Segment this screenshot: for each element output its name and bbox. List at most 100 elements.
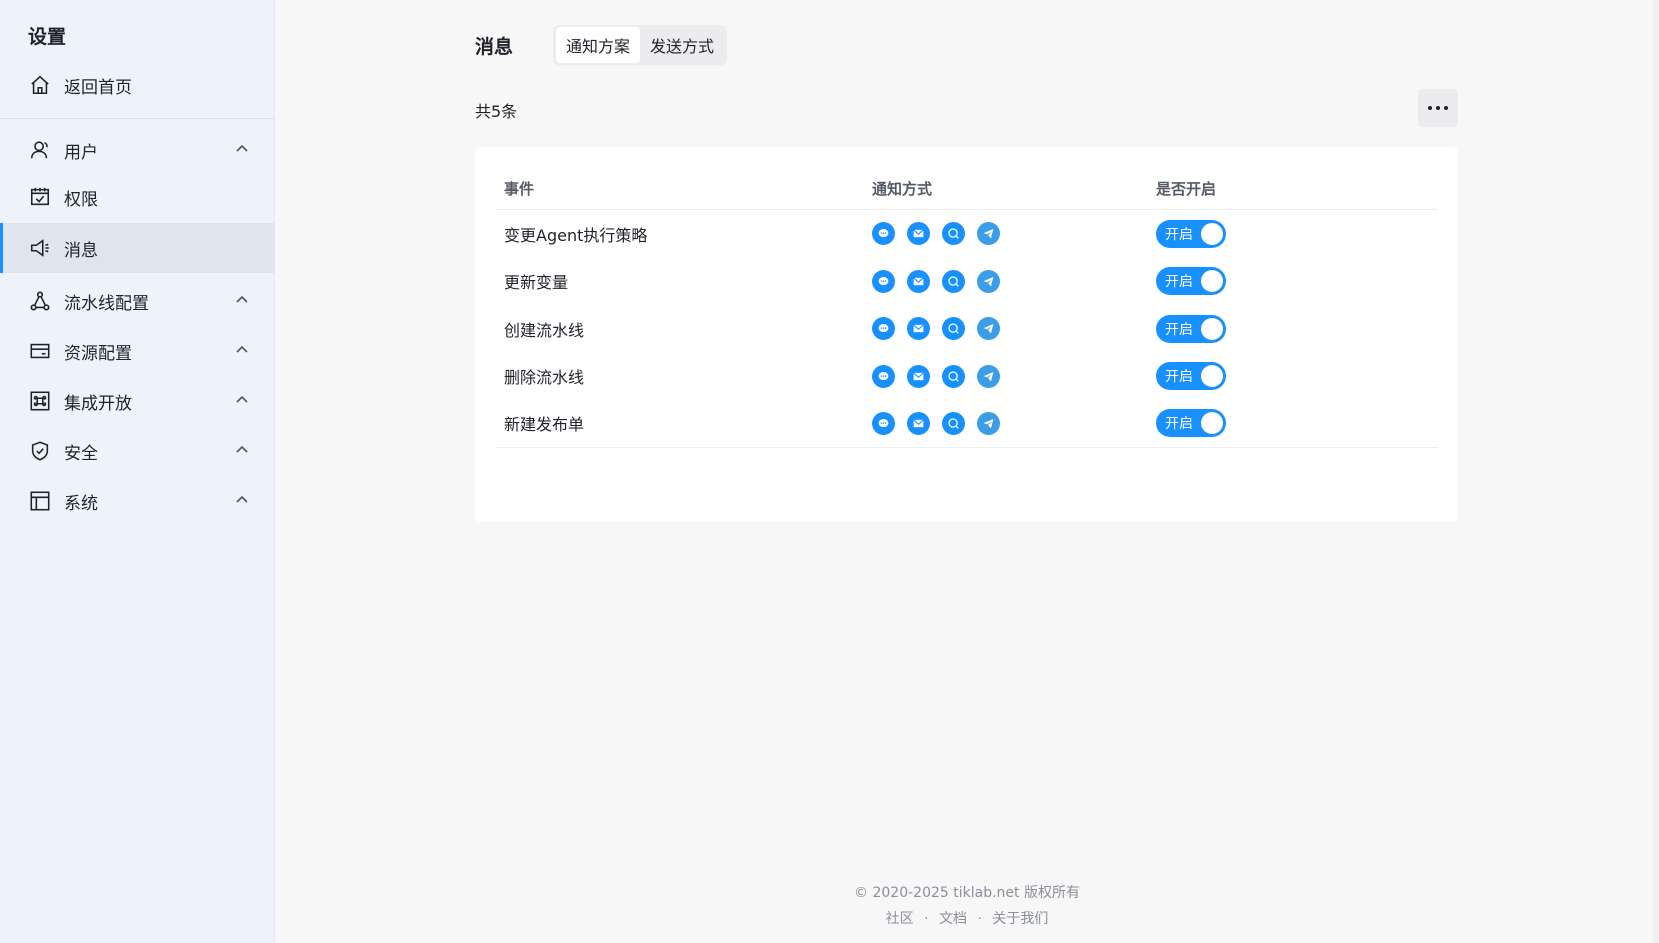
column-header-event: 事件 bbox=[504, 179, 535, 198]
home-icon bbox=[28, 73, 52, 97]
table-row: 创建流水线 开启 bbox=[495, 305, 1438, 353]
sidebar-item-security[interactable]: 安全 bbox=[0, 426, 275, 476]
app-window: 设置 返回首页 用户 权限 消息 流水线配置 资源配置 集成开放 安全 系统 消… bbox=[0, 0, 1659, 943]
more-dot bbox=[1436, 106, 1440, 110]
chat-icon[interactable] bbox=[942, 269, 965, 293]
footer-link-community[interactable]: 社区 bbox=[886, 911, 914, 927]
enable-toggle[interactable]: 开启 bbox=[1156, 362, 1226, 391]
pipeline-icon bbox=[28, 289, 52, 313]
event-name: 新建发布单 bbox=[504, 415, 585, 435]
email-icon[interactable] bbox=[907, 269, 930, 293]
tab-notification-scheme[interactable]: 通知方案 bbox=[556, 27, 641, 63]
notification-methods bbox=[872, 269, 1156, 293]
toggle-knob bbox=[1201, 270, 1223, 293]
sidebar-item-user[interactable]: 用户 bbox=[0, 125, 275, 175]
page-header: 消息 通知方案 发送方式 bbox=[475, 25, 728, 65]
table-body: 变更Agent执行策略 开启 更新变量 开启 创建流水线 开启 删除流水线 开启 新建发布单 开启 bbox=[495, 210, 1438, 448]
site-message-icon[interactable] bbox=[872, 269, 895, 293]
sidebar-item-permission[interactable]: 权限 bbox=[0, 172, 275, 222]
sidebar-item-label: 安全 bbox=[64, 443, 98, 464]
sidebar: 设置 返回首页 用户 权限 消息 流水线配置 资源配置 集成开放 安全 系统 bbox=[0, 0, 275, 943]
telegram-icon[interactable] bbox=[977, 411, 1000, 435]
more-options-button[interactable] bbox=[1418, 89, 1458, 127]
enable-toggle[interactable]: 开启 bbox=[1156, 267, 1226, 296]
sidebar-divider bbox=[0, 118, 275, 119]
sidebar-item-pipeline-config[interactable]: 流水线配置 bbox=[0, 276, 275, 326]
megaphone-icon bbox=[28, 236, 52, 260]
enabled-cell: 开启 bbox=[1156, 314, 1438, 343]
toggle-label: 开启 bbox=[1165, 274, 1193, 291]
sidebar-item-message[interactable]: 消息 bbox=[0, 223, 275, 273]
toggle-knob bbox=[1201, 222, 1223, 245]
event-name: 更新变量 bbox=[504, 273, 569, 293]
footer-link-docs[interactable]: 文档 bbox=[939, 911, 967, 927]
chevron-up-icon[interactable] bbox=[233, 391, 251, 409]
toggle-knob bbox=[1201, 412, 1223, 435]
table-header: 事件 通知方式 是否开启 bbox=[495, 167, 1438, 210]
chevron-up-icon[interactable] bbox=[233, 491, 251, 509]
permission-icon bbox=[28, 185, 52, 209]
site-message-icon[interactable] bbox=[872, 222, 895, 246]
window-scrollbar[interactable] bbox=[1653, 0, 1659, 943]
footer-separator: · bbox=[924, 911, 929, 927]
home-label: 返回首页 bbox=[64, 77, 132, 98]
notification-table: 事件 通知方式 是否开启 变更Agent执行策略 开启 更新变量 开启 创建流水线 开启删… bbox=[495, 167, 1438, 448]
more-dot bbox=[1444, 106, 1448, 110]
column-header-enabled: 是否开启 bbox=[1156, 179, 1217, 198]
notification-methods bbox=[872, 317, 1156, 341]
email-icon[interactable] bbox=[907, 411, 930, 435]
event-name: 删除流水线 bbox=[504, 368, 585, 388]
footer-links: 社区 · 文档 · 关于我们 bbox=[275, 908, 1659, 928]
copyright-text: © 2020-2025 tiklab.net 版权所有 bbox=[854, 885, 1080, 901]
enabled-cell: 开启 bbox=[1156, 219, 1438, 248]
enable-toggle[interactable]: 开启 bbox=[1156, 409, 1226, 438]
email-icon[interactable] bbox=[907, 364, 930, 388]
chat-icon[interactable] bbox=[942, 411, 965, 435]
toggle-label: 开启 bbox=[1165, 321, 1193, 338]
chevron-up-icon[interactable] bbox=[233, 140, 251, 158]
toggle-knob bbox=[1201, 317, 1223, 340]
site-message-icon[interactable] bbox=[872, 364, 895, 388]
footer-separator: · bbox=[977, 911, 982, 927]
enabled-cell: 开启 bbox=[1156, 409, 1438, 438]
chat-icon[interactable] bbox=[942, 364, 965, 388]
sidebar-item-integration[interactable]: 集成开放 bbox=[0, 376, 275, 426]
card-icon bbox=[28, 339, 52, 363]
chevron-up-icon[interactable] bbox=[233, 291, 251, 309]
email-icon[interactable] bbox=[907, 317, 930, 341]
telegram-icon[interactable] bbox=[977, 269, 1000, 293]
chat-icon[interactable] bbox=[942, 317, 965, 341]
enabled-cell: 开启 bbox=[1156, 267, 1438, 296]
enable-toggle[interactable]: 开启 bbox=[1156, 219, 1226, 248]
site-message-icon[interactable] bbox=[872, 411, 895, 435]
site-message-icon[interactable] bbox=[872, 317, 895, 341]
sidebar-item-resource-config[interactable]: 资源配置 bbox=[0, 326, 275, 376]
total-count: 共5条 bbox=[475, 102, 518, 121]
sidebar-item-label: 集成开放 bbox=[64, 393, 132, 414]
layout-icon bbox=[28, 489, 52, 513]
chevron-up-icon[interactable] bbox=[233, 341, 251, 359]
toggle-label: 开启 bbox=[1165, 369, 1193, 386]
main-content: 消息 通知方案 发送方式 共5条 事件 通知方式 是否开启 变更Agent执行策… bbox=[275, 0, 1659, 943]
sidebar-item-label: 系统 bbox=[64, 493, 98, 514]
table-row: 更新变量 开启 bbox=[495, 258, 1438, 306]
sidebar-item-label: 资源配置 bbox=[64, 343, 132, 364]
telegram-icon[interactable] bbox=[977, 364, 1000, 388]
command-icon bbox=[28, 389, 52, 413]
table-row: 新建发布单 开启 bbox=[495, 400, 1438, 448]
enable-toggle[interactable]: 开启 bbox=[1156, 314, 1226, 343]
home-link[interactable]: 返回首页 bbox=[0, 60, 275, 110]
table-row: 变更Agent执行策略 开启 bbox=[495, 210, 1438, 258]
telegram-icon[interactable] bbox=[977, 222, 1000, 246]
telegram-icon[interactable] bbox=[977, 317, 1000, 341]
chat-icon[interactable] bbox=[942, 222, 965, 246]
chevron-up-icon[interactable] bbox=[233, 441, 251, 459]
sidebar-item-system[interactable]: 系统 bbox=[0, 476, 275, 526]
event-name: 变更Agent执行策略 bbox=[504, 225, 648, 245]
email-icon[interactable] bbox=[907, 222, 930, 246]
tab-send-method[interactable]: 发送方式 bbox=[640, 27, 724, 63]
notification-methods bbox=[872, 411, 1156, 435]
footer-link-about[interactable]: 关于我们 bbox=[992, 911, 1048, 927]
shield-icon bbox=[28, 439, 52, 463]
sidebar-title: 设置 bbox=[28, 26, 67, 48]
